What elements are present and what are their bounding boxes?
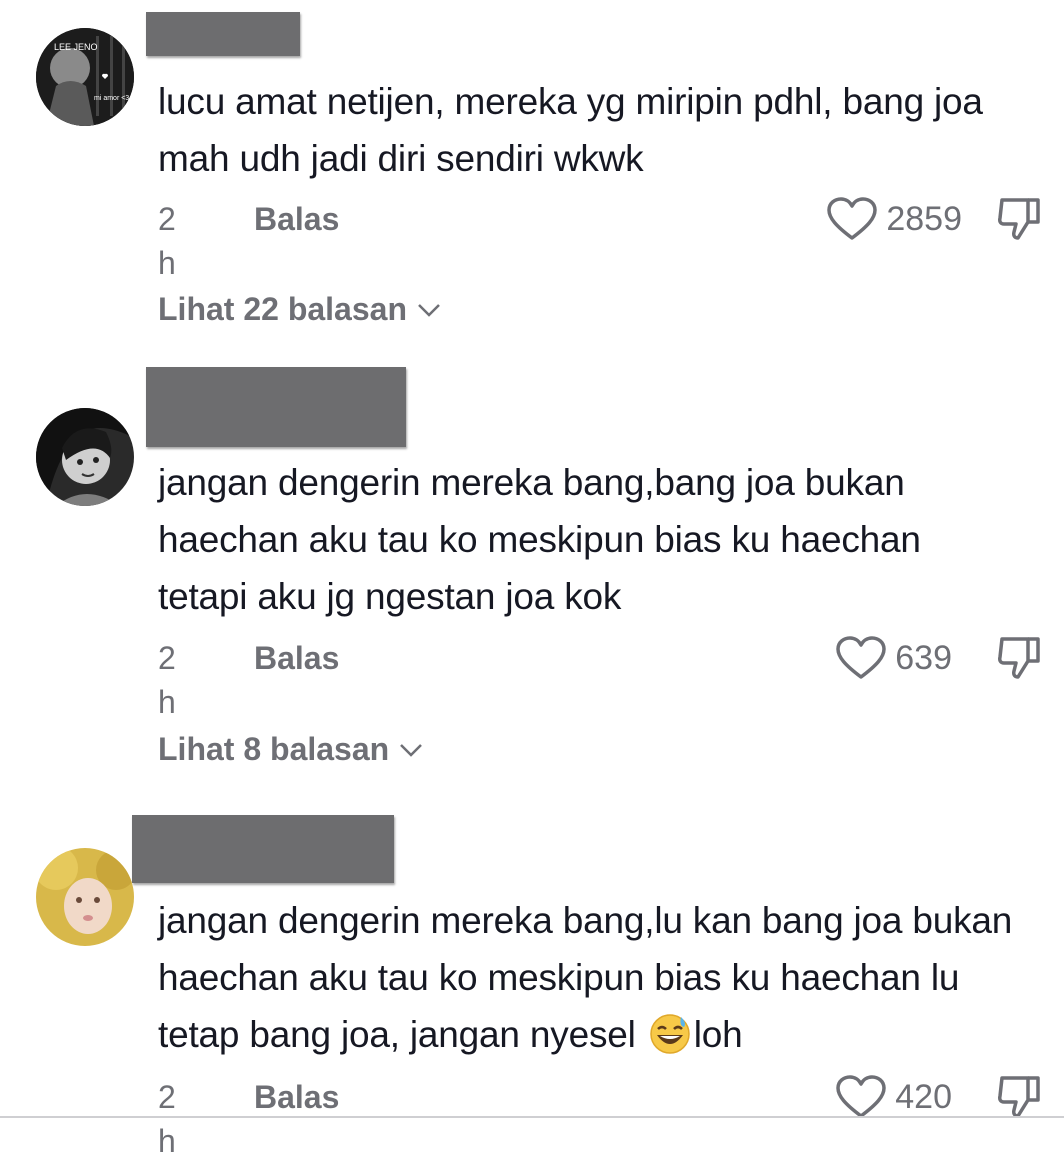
avatar-caption: LEE JENO — [54, 42, 98, 52]
comment-time: 2 h — [158, 201, 176, 281]
chevron-down-icon — [418, 303, 440, 317]
divider — [0, 1116, 1064, 1118]
chevron-down-icon — [400, 743, 423, 757]
grinning-face-with-sweat-icon — [649, 1014, 690, 1054]
heart-outline-icon[interactable] — [826, 196, 878, 242]
view-replies-button[interactable]: Lihat 8 balasan — [158, 731, 423, 768]
comment-text-part: jangan dengerin mereka bang,lu kan bang … — [158, 900, 1013, 1055]
like-group[interactable]: 420 — [835, 1072, 952, 1122]
comment-text-part: loh — [693, 1014, 743, 1055]
comment-text: jangan dengerin mereka bang,lu kan bang … — [158, 892, 1018, 1063]
avatar[interactable] — [36, 848, 134, 946]
reply-button[interactable]: Balas — [254, 1075, 339, 1119]
thumbs-down-icon[interactable] — [996, 1074, 1042, 1120]
avatar-caption: mi amor <3 — [94, 95, 129, 102]
avatar[interactable] — [36, 408, 134, 506]
comment-time: 2 h — [158, 1079, 176, 1159]
like-count: 2859 — [886, 199, 962, 238]
reply-button[interactable]: Balas — [254, 636, 339, 680]
like-count: 639 — [895, 638, 952, 677]
redacted-username — [132, 815, 394, 883]
like-group[interactable]: 639 — [835, 633, 952, 683]
view-replies-button[interactable]: Lihat 22 balasan — [158, 291, 441, 328]
view-replies-label: Lihat 22 balasan — [158, 291, 407, 327]
view-replies-label: Lihat 8 balasan — [158, 731, 390, 767]
heart-outline-icon[interactable] — [835, 1074, 887, 1120]
thumbs-down-icon[interactable] — [996, 635, 1042, 681]
avatar[interactable]: LEE JENO mi amor <3 — [36, 28, 134, 126]
like-group[interactable]: 2859 — [826, 194, 962, 244]
comment-text: jangan dengerin mereka bang,bang joa buk… — [158, 462, 921, 617]
comment-time: 2 h — [158, 640, 176, 720]
redacted-username — [146, 12, 300, 56]
heart-outline-icon[interactable] — [835, 635, 887, 681]
comment-text: lucu amat netijen, mereka yg miripin pdh… — [158, 81, 983, 179]
thumbs-down-icon[interactable] — [996, 196, 1042, 242]
reply-button[interactable]: Balas — [254, 197, 339, 241]
redacted-username — [146, 367, 406, 447]
like-count: 420 — [895, 1077, 952, 1116]
